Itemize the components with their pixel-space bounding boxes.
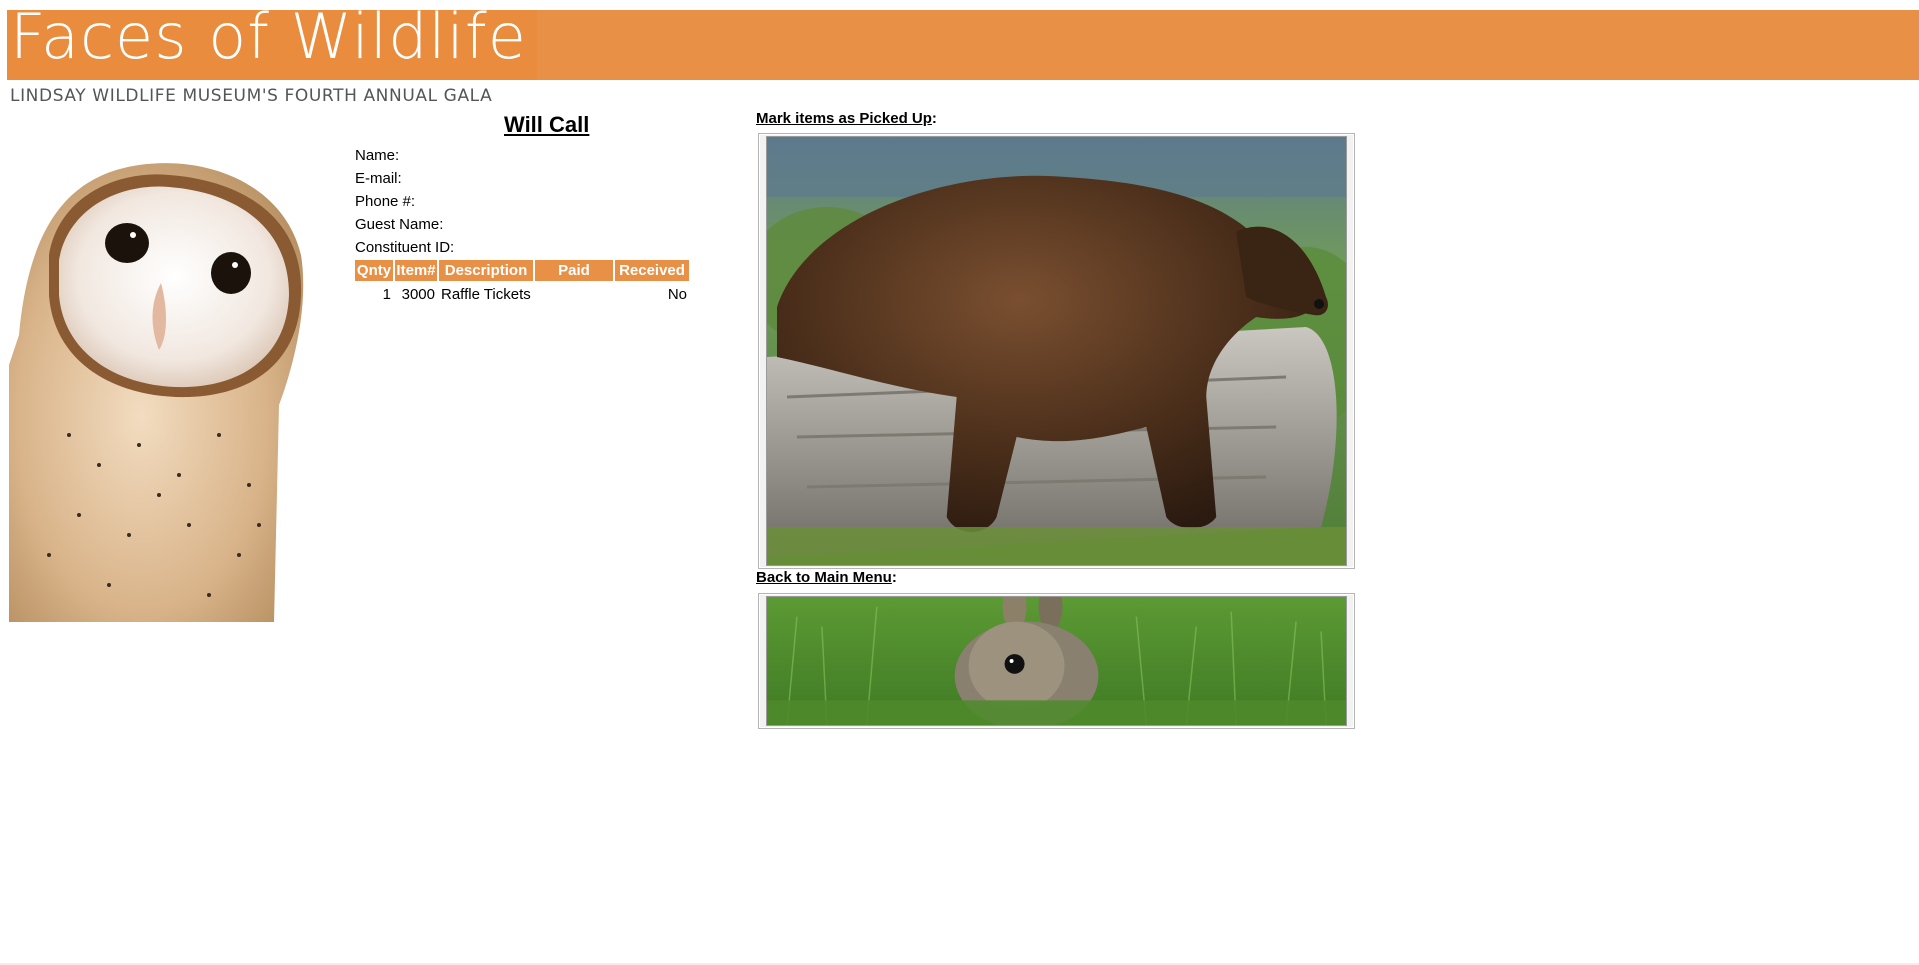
barn-owl-image (9, 163, 304, 622)
back-to-main-suffix: : (891, 569, 897, 586)
column-header-paid: Paid (535, 260, 613, 281)
cell-qnty: 1 (382, 285, 391, 303)
back-to-main-link[interactable]: Back to Main Menu (756, 569, 892, 586)
page-title: Faces of Wildlife (10, 0, 527, 73)
mark-picked-up-image-button[interactable] (758, 133, 1355, 569)
constituent-id-label: Constituent ID: (355, 239, 455, 256)
back-to-main-image-button[interactable] (758, 593, 1355, 729)
table-row: 1 3000 Raffle Tickets No (355, 283, 689, 305)
bear-on-log-image (767, 137, 1346, 565)
back-to-main-label: Back to Main Menu: (756, 569, 897, 586)
column-header-received: Received (615, 260, 689, 281)
email-label: E-mail: (355, 170, 402, 187)
name-label: Name: (355, 147, 400, 164)
items-table: Qnty Item# Description Paid Received 1 3… (353, 258, 691, 307)
bear-image-frame (766, 136, 1347, 566)
cell-paid (535, 283, 613, 305)
guest-name-label: Guest Name: (355, 216, 444, 233)
mark-picked-up-suffix: : (931, 110, 937, 127)
phone-label: Phone #: (355, 193, 416, 210)
cell-item: 3000 (401, 285, 435, 303)
rabbit-in-grass-image (767, 597, 1346, 725)
page-subtitle: LINDSAY WILDLIFE MUSEUM'S FOURTH ANNUAL … (10, 86, 493, 106)
rabbit-image-frame (766, 596, 1347, 726)
customer-info: Name: E-mail: Phone #: Guest Name: Const… (355, 144, 454, 259)
cell-description: Raffle Tickets (441, 285, 531, 303)
will-call-heading: Will Call (504, 112, 590, 137)
mark-picked-up-link[interactable]: Mark items as Picked Up (756, 110, 932, 127)
column-header-item: Item# (395, 260, 437, 281)
column-header-qnty: Qnty (355, 260, 393, 281)
column-header-description: Description (439, 260, 533, 281)
table-header-row: Qnty Item# Description Paid Received (355, 260, 689, 281)
cell-received: No (667, 285, 687, 303)
mark-picked-up-label: Mark items as Picked Up: (756, 110, 937, 127)
